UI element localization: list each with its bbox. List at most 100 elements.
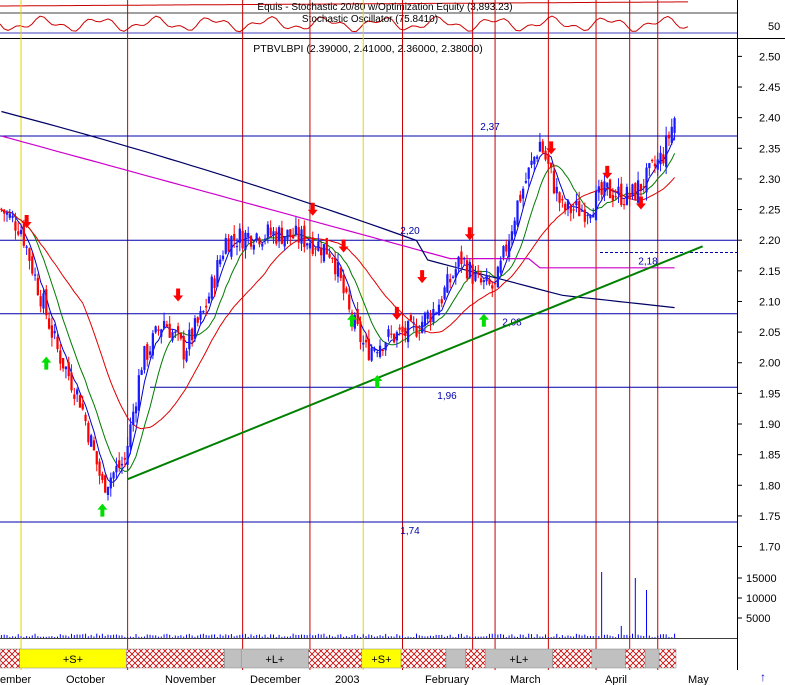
candle-body-172 bbox=[482, 280, 485, 283]
candle-body-70 bbox=[196, 317, 199, 323]
candle-body-8 bbox=[22, 223, 25, 246]
candle-body-75 bbox=[210, 276, 213, 299]
candle-body-193 bbox=[541, 141, 544, 153]
signal-segment-14 bbox=[644, 648, 660, 669]
volume-bars bbox=[0, 572, 676, 638]
level-label-0: 2,37 bbox=[480, 122, 500, 133]
candle-body-169 bbox=[474, 272, 477, 281]
candle-body-100 bbox=[280, 227, 284, 244]
candle-body-204 bbox=[572, 209, 575, 211]
candle-body-58 bbox=[162, 320, 166, 329]
x-axis-label-7: April bbox=[605, 674, 627, 685]
level-label-4: 1,96 bbox=[437, 391, 457, 402]
candle-body-234 bbox=[656, 159, 659, 170]
candle-body-54 bbox=[151, 333, 154, 356]
candle-body-174 bbox=[488, 278, 491, 285]
candle-body-77 bbox=[216, 260, 219, 287]
volume-tick-label-1: 10000 bbox=[746, 593, 777, 605]
candle-body-132 bbox=[370, 347, 373, 361]
candle-body-217 bbox=[608, 179, 612, 199]
candle-body-62 bbox=[174, 331, 177, 333]
candle-body-99 bbox=[277, 227, 281, 242]
candle-body-195 bbox=[547, 154, 550, 164]
candle-body-47 bbox=[132, 411, 135, 426]
buy-arrow-icon bbox=[478, 313, 489, 327]
candle-body-240 bbox=[673, 118, 676, 133]
candle-body-71 bbox=[199, 310, 202, 320]
level-label-5: 1,74 bbox=[400, 526, 420, 537]
y-tick-label-11: 1.95 bbox=[759, 388, 780, 400]
candle-body-186 bbox=[521, 188, 525, 199]
candle-body-178 bbox=[499, 260, 502, 273]
candle-body-194 bbox=[544, 150, 547, 160]
candle-body-185 bbox=[519, 194, 522, 202]
candle-body-129 bbox=[362, 342, 365, 345]
candle-body-84 bbox=[235, 245, 239, 248]
candle-body-113 bbox=[317, 241, 320, 251]
volume-tick-label-2: 5000 bbox=[746, 613, 770, 625]
x-axis-label-5: February bbox=[425, 674, 470, 685]
candle-body-183 bbox=[513, 220, 516, 235]
candle-body-133 bbox=[373, 348, 376, 351]
candle-body-210 bbox=[589, 215, 592, 219]
candle-body-203 bbox=[569, 206, 572, 214]
candle-body-83 bbox=[233, 233, 236, 241]
y-tick-label-1: 2.45 bbox=[759, 82, 780, 94]
sell-arrow-icon bbox=[307, 202, 318, 216]
candle-body-68 bbox=[191, 328, 194, 341]
candle-body-202 bbox=[566, 200, 570, 210]
candle-body-5 bbox=[14, 221, 17, 231]
candle-body-19 bbox=[53, 330, 56, 334]
candle-body-182 bbox=[510, 231, 514, 241]
signal-segment-13 bbox=[625, 648, 646, 669]
candlesticks bbox=[0, 116, 676, 501]
candle-body-64 bbox=[179, 333, 183, 339]
signal-segment-0 bbox=[0, 648, 20, 669]
candle-body-184 bbox=[516, 200, 519, 226]
candle-body-3 bbox=[8, 213, 11, 218]
candle-body-163 bbox=[457, 256, 460, 267]
candle-body-177 bbox=[496, 266, 499, 288]
signal-arrows bbox=[21, 141, 646, 517]
candle-body-206 bbox=[578, 200, 581, 217]
oscillator-label: Stochastic Oscillator (75.8410) bbox=[302, 14, 438, 25]
candle-body-229 bbox=[642, 186, 645, 188]
candle-body-162 bbox=[454, 269, 457, 278]
candle-body-63 bbox=[176, 326, 180, 333]
y-tick-label-15: 1.75 bbox=[759, 511, 780, 523]
candle-body-219 bbox=[614, 196, 617, 198]
candle-body-140 bbox=[392, 333, 396, 343]
candle-body-214 bbox=[600, 182, 603, 195]
signal-vertical-lines bbox=[20, 0, 659, 670]
candle-body-143 bbox=[401, 326, 404, 333]
sell-arrow-icon bbox=[173, 288, 184, 302]
candle-body-141 bbox=[395, 332, 399, 341]
x-axis-labels: ember October November December 2003 February… bbox=[0, 674, 709, 685]
candle-body-226 bbox=[634, 183, 637, 200]
y-tick-label-5: 2.25 bbox=[759, 205, 780, 217]
candle-body-117 bbox=[328, 253, 331, 258]
candle-body-192 bbox=[538, 141, 542, 152]
candle-body-26 bbox=[73, 394, 76, 399]
candle-body-52 bbox=[146, 344, 149, 360]
candle-body-109 bbox=[306, 243, 309, 246]
candle-body-50 bbox=[140, 370, 143, 375]
chart-title: PTBVLBPI (2.39000, 2.41000, 2.36000, 2.3… bbox=[253, 43, 482, 55]
sell-arrow-icon bbox=[417, 270, 428, 284]
candle-body-104 bbox=[291, 234, 295, 239]
candle-body-123 bbox=[345, 288, 348, 293]
candle-body-233 bbox=[653, 163, 657, 167]
candle-body-33 bbox=[92, 440, 96, 451]
signal-segment-7 bbox=[400, 648, 447, 669]
candle-body-159 bbox=[446, 274, 449, 293]
candle-body-103 bbox=[289, 229, 292, 238]
candle-body-112 bbox=[314, 248, 317, 250]
candle-body-51 bbox=[143, 346, 146, 370]
candle-body-230 bbox=[645, 167, 648, 193]
x-axis-label-1: October bbox=[66, 674, 105, 685]
scroll-arrow-icon[interactable]: ↑ bbox=[760, 670, 766, 684]
candle-body-32 bbox=[90, 435, 93, 447]
candle-body-151 bbox=[423, 312, 427, 327]
candle-body-42 bbox=[118, 460, 121, 468]
candle-body-76 bbox=[213, 278, 216, 288]
